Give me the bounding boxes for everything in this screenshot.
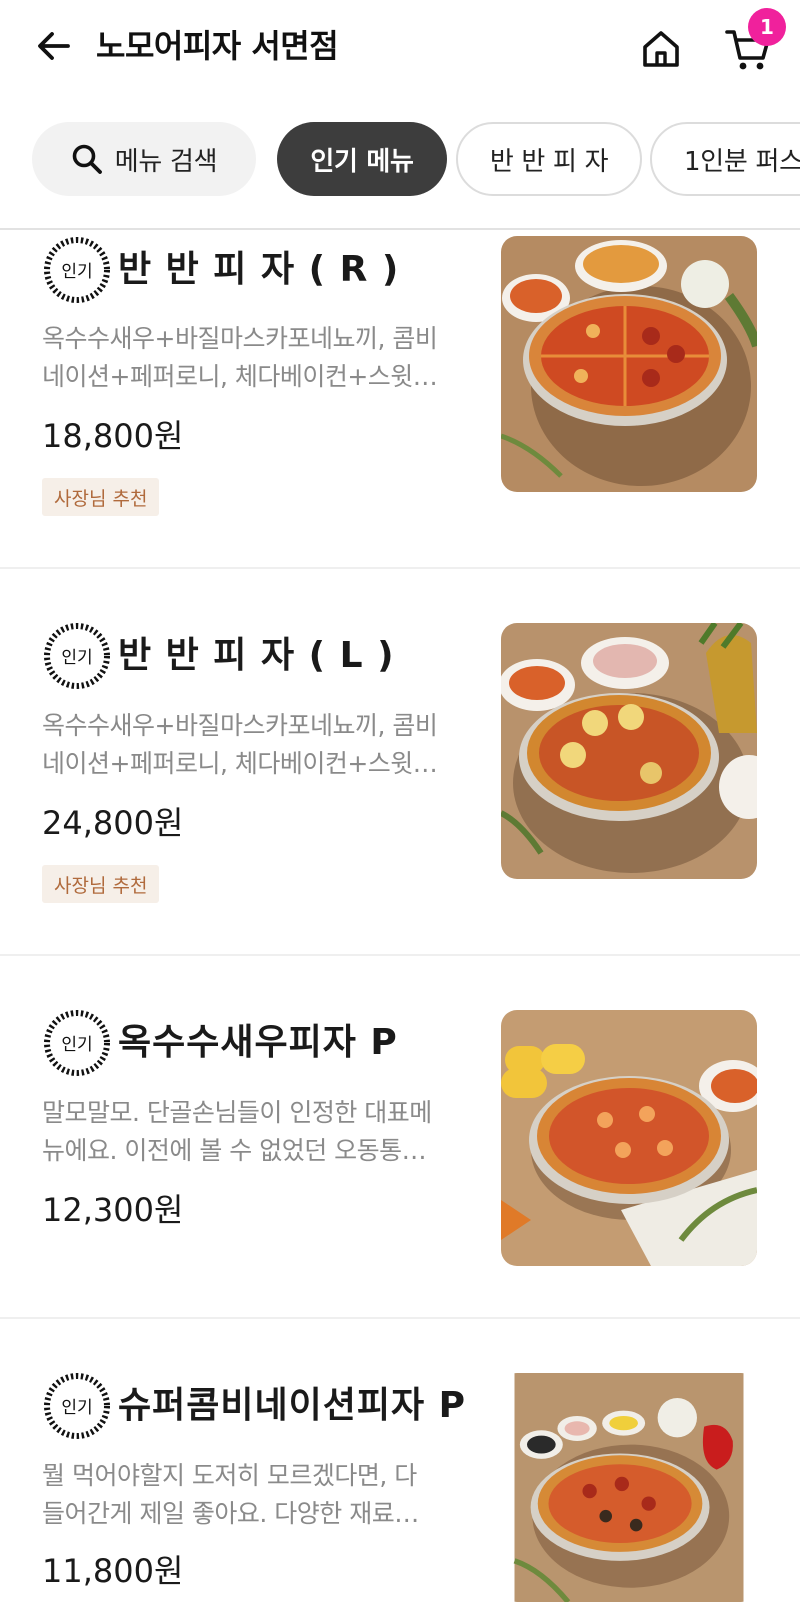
owner-recommend-tag: 사장님 추천 bbox=[42, 865, 160, 903]
menu-item-name: 반 반 피 자 ( L ) bbox=[118, 635, 395, 676]
menu-item-price: 11,800원 bbox=[42, 1552, 184, 1590]
popular-badge-icon: 인기 bbox=[44, 623, 110, 689]
menu-item[interactable]: 인기 반 반 피 자 ( L ) 옥수수새우+바질마스카포네뇨끼, 콤비 네이션… bbox=[0, 569, 800, 955]
popular-badge-text: 인기 bbox=[61, 1398, 92, 1418]
menu-item-description: 옥수수새우+바질마스카포네뇨끼, 콤비 네이션+페퍼로니, 체다베이컨+스윗… bbox=[42, 324, 438, 391]
home-button[interactable] bbox=[636, 24, 686, 74]
menu-item-description: 말모말모. 단골손님들이 인정한 대표메 뉴에요. 이전에 볼 수 없었던 오동… bbox=[42, 1098, 432, 1165]
popular-badge-text: 인기 bbox=[61, 262, 92, 282]
back-button[interactable] bbox=[30, 22, 78, 70]
tab-popular[interactable]: 인기 메뉴 bbox=[277, 122, 447, 196]
menu-item-description: 뭘 먹어야할지 도저히 모르겠다면, 다 들어간게 제일 좋아요. 다양한 재료… bbox=[42, 1461, 419, 1528]
menu-item-name: 반 반 피 자 ( R ) bbox=[118, 249, 400, 290]
popular-badge-text: 인기 bbox=[61, 648, 92, 668]
tab-single-portion[interactable]: 1인분 퍼스 bbox=[650, 122, 800, 196]
tab-half-half-pizza[interactable]: 반 반 피 자 bbox=[456, 122, 642, 196]
menu-search-label: 메뉴 검색 bbox=[114, 146, 218, 177]
menu-item-name: 옥수수새우피자 P bbox=[118, 1022, 398, 1063]
menu-item-photo bbox=[501, 236, 757, 492]
menu-search-button[interactable]: 메뉴 검색 bbox=[32, 122, 256, 196]
top-bar: 노모어피자 서면점 1 bbox=[0, 0, 800, 96]
popular-badge-icon: 인기 bbox=[44, 237, 110, 303]
category-tabs: 메뉴 검색 인기 메뉴 반 반 피 자 1인분 퍼스 bbox=[0, 118, 800, 202]
page-title: 노모어피자 서면점 bbox=[96, 27, 339, 65]
cart-count-badge: 1 bbox=[748, 8, 786, 46]
menu-item[interactable]: 인기 슈퍼콤비네이션피자 P 뭘 먹어야할지 도저히 모르겠다면, 다 들어간게… bbox=[0, 1319, 800, 1602]
menu-item-photo bbox=[513, 1373, 744, 1602]
owner-recommend-tag: 사장님 추천 bbox=[42, 478, 160, 516]
arrow-left-icon bbox=[38, 32, 70, 60]
popular-badge-text: 인기 bbox=[61, 1035, 92, 1055]
popular-badge-icon: 인기 bbox=[44, 1373, 110, 1439]
menu-item[interactable]: 인기 옥수수새우피자 P 말모말모. 단골손님들이 인정한 대표메 뉴에요. 이… bbox=[0, 956, 800, 1318]
home-icon bbox=[643, 31, 679, 67]
menu-item-photo bbox=[501, 1010, 757, 1266]
menu-item-photo bbox=[501, 623, 757, 879]
search-icon bbox=[72, 144, 102, 174]
menu-item[interactable]: 인기 반 반 피 자 ( R ) 옥수수새우+바질마스카포네뇨끼, 콤비 네이션… bbox=[0, 230, 800, 568]
menu-item-price: 24,800원 bbox=[42, 804, 184, 842]
menu-item-description: 옥수수새우+바질마스카포네뇨끼, 콤비 네이션+페퍼로니, 체다베이컨+스윗… bbox=[42, 711, 438, 778]
menu-item-price: 18,800원 bbox=[42, 417, 184, 455]
menu-item-name: 슈퍼콤비네이션피자 P bbox=[118, 1385, 466, 1426]
menu-item-price: 12,300원 bbox=[42, 1191, 184, 1229]
popular-badge-icon: 인기 bbox=[44, 1010, 110, 1076]
